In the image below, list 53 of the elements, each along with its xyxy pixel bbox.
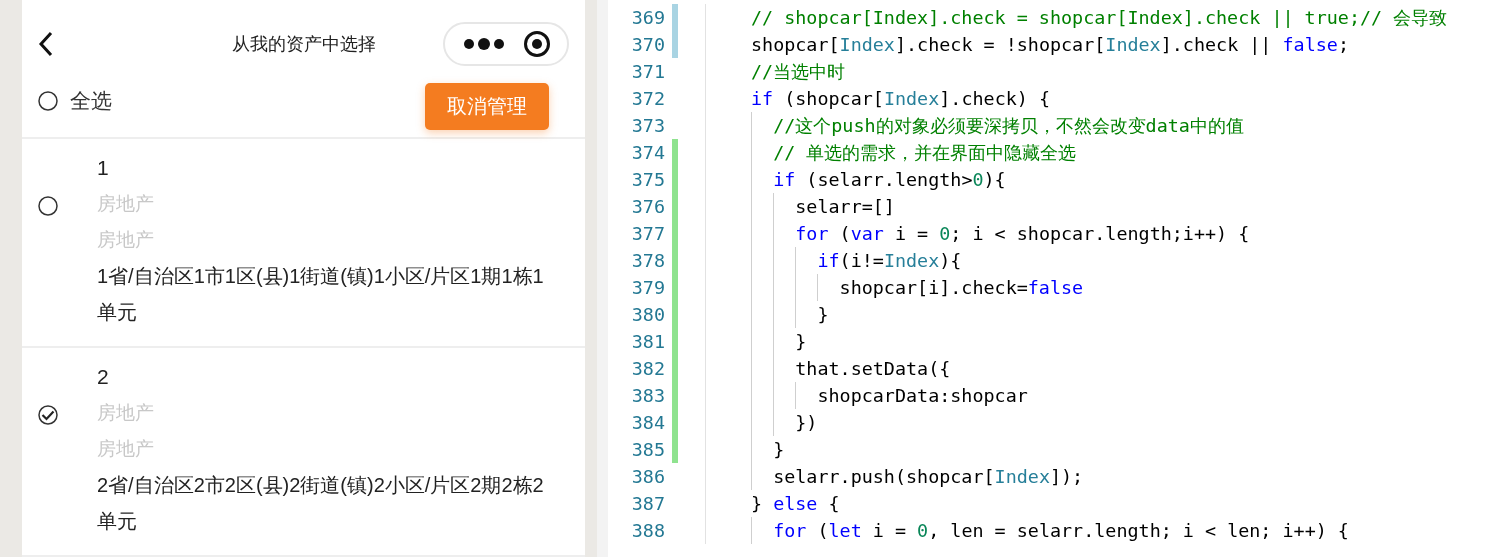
line-number: 376: [630, 196, 665, 217]
item-radio[interactable]: [38, 196, 58, 216]
code-line: }: [817, 304, 829, 325]
line-number: 373: [630, 115, 665, 136]
line-number: 380: [630, 304, 665, 325]
line-number: 369: [630, 7, 665, 28]
line-number: 383: [630, 385, 665, 406]
page-title: 从我的资产中选择: [231, 33, 376, 54]
code-line: that.setData({: [795, 358, 951, 379]
code-line: selarr.push(shopcar[Index]);: [773, 466, 1084, 487]
line-number: 387: [630, 493, 665, 514]
asset-number: 2: [97, 364, 110, 390]
line-number: 374: [630, 142, 665, 163]
code-line: }): [795, 412, 818, 433]
asset-address: 1省/自治区1市1区(县)1街道(镇)1小区/片区1期1栋1单元: [97, 264, 545, 325]
close-icon[interactable]: [522, 29, 551, 58]
line-number: 379: [630, 277, 665, 298]
code-line: for (let i = 0, len = selarr.length; i < len; i++) {: [773, 520, 1349, 541]
line-number: 377: [630, 223, 665, 244]
line-number: 385: [630, 439, 665, 460]
code-line: // shopcar[Index].check = shopcar[Index].check || true;// 会导致: [751, 6, 1448, 30]
line-number: 386: [630, 466, 665, 487]
line-number: 378: [630, 250, 665, 271]
code-line: }: [773, 439, 785, 460]
code-line: // 单选的需求，并在界面中隐藏全选: [773, 141, 1077, 165]
line-number: 388: [630, 520, 665, 541]
code-line: //当选中时: [751, 60, 846, 84]
line-number: 370: [630, 34, 665, 55]
code-line: }: [795, 331, 807, 352]
code-line: shopcarData:shopcar: [817, 385, 1028, 406]
line-number: 384: [630, 412, 665, 433]
line-number: 382: [630, 358, 665, 379]
select-all-radio[interactable]: [38, 91, 58, 112]
line-number: 372: [630, 88, 665, 109]
back-icon[interactable]: [38, 30, 54, 57]
code-line: if (shopcar[Index].check) {: [751, 88, 1050, 109]
more-icon[interactable]: [461, 36, 506, 51]
code-line: for (var i = 0; i < shopcar.length;i++) {: [795, 223, 1250, 244]
code-line: //这个push的对象必须要深拷贝，不然会改变data中的值: [773, 114, 1244, 138]
capsule-menu[interactable]: [443, 21, 569, 66]
code-line: if (selarr.length>0){: [773, 169, 1006, 190]
asset-number: 1: [97, 155, 110, 181]
code-line: shopcar[i].check=false: [839, 277, 1084, 298]
line-number: 381: [630, 331, 665, 352]
code-line: if(i!=Index){: [817, 250, 962, 271]
asset-address: 2省/自治区2市2区(县)2街道(镇)2小区/片区2期2栋2单元: [97, 473, 545, 534]
line-number: 375: [630, 169, 665, 190]
code-line: } else {: [751, 493, 840, 514]
item-radio[interactable]: [38, 405, 58, 425]
select-all-label[interactable]: 全选: [70, 87, 112, 116]
code-line: selarr=[]: [795, 196, 895, 217]
code-line: shopcar[Index].check = !shopcar[Index].check || false;: [751, 34, 1349, 55]
line-number: 371: [630, 61, 665, 82]
